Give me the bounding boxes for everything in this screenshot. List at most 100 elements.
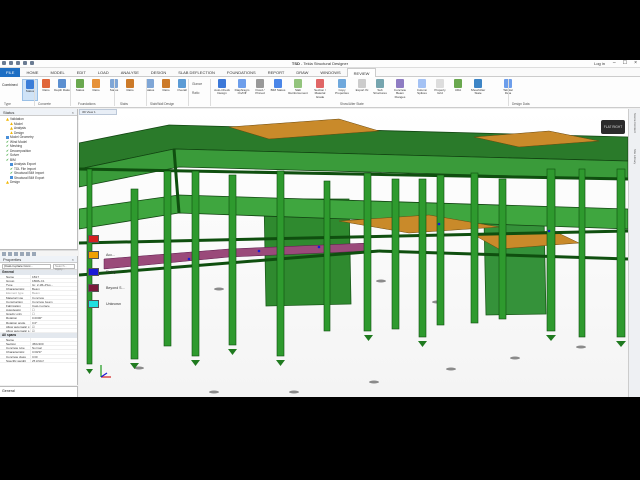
property-value[interactable]: Beam xyxy=(30,287,77,291)
property-value[interactable]: Concrete xyxy=(30,295,77,299)
menu-tab-draw[interactable]: DRAW xyxy=(290,68,314,77)
minimize-icon[interactable]: – xyxy=(613,61,616,66)
ribbon-button-uda[interactable]: UDA xyxy=(450,79,466,101)
property-value[interactable]: Beam xyxy=(30,291,77,295)
login-link[interactable]: Log in xyxy=(594,61,605,66)
menu-tab-windows[interactable]: WINDOWS xyxy=(314,68,346,77)
maximize-icon[interactable]: ☐ xyxy=(623,61,627,66)
property-value[interactable]: Gr. 2-1B+Plus... xyxy=(30,282,77,287)
property-key: Allow automatic c... xyxy=(6,324,30,329)
check-icon: ✔ xyxy=(6,157,10,162)
warning-icon xyxy=(10,126,13,130)
property-key: Gravity only xyxy=(6,312,22,316)
concrete-beam-flanges-icon xyxy=(396,79,404,88)
status-tree[interactable]: Validation Model Analysis Design Model Geome… xyxy=(0,116,77,186)
uda-icon xyxy=(454,79,462,88)
property-grid-icon xyxy=(436,79,444,88)
property-value[interactable]: 0.0000° xyxy=(30,316,77,320)
ribbon-button-status[interactable]: Status xyxy=(22,79,38,101)
menu-tab-home[interactable]: HOME xyxy=(20,68,44,77)
property-key: Specific weight xyxy=(6,358,27,362)
legend-swatch xyxy=(88,268,99,276)
ribbon-button-label: Show/Alter State xyxy=(470,88,486,96)
menu-tab-edit[interactable]: EDIT xyxy=(71,68,92,77)
side-options[interactable]: Glance Ratio xyxy=(192,80,202,98)
menu-tab-slab-deflection[interactable]: SLAB DEFLECTION xyxy=(172,68,221,77)
menu-tab-analyse[interactable]: ANALYSE xyxy=(115,68,145,77)
info-icon xyxy=(10,176,13,180)
property-value[interactable]: ☑ xyxy=(30,324,77,329)
ribbon-button-bim-status[interactable]: BIM Status xyxy=(270,79,286,101)
ribbon-separator xyxy=(508,79,509,106)
property-value[interactable]: 1B08+C1 xyxy=(30,278,77,282)
info-icon xyxy=(6,135,9,139)
menu-tab-review[interactable]: REVIEW xyxy=(346,67,377,77)
ribbon-button-ratio[interactable]: Ratio xyxy=(122,79,138,101)
properties-search-input[interactable]: Search... Apply... xyxy=(53,263,75,270)
close-icon[interactable]: × xyxy=(634,61,637,66)
ribbon-button-column-splices[interactable]: Column Splices xyxy=(414,79,430,101)
ribbon-button-auto-check-design[interactable]: Auto-Check Design xyxy=(214,79,230,101)
ribbon-button-ratio[interactable]: Ratio xyxy=(158,79,174,101)
legend-swatch xyxy=(88,251,99,259)
check-icon: ✔ xyxy=(10,171,14,175)
ribbon-button-export-ifc[interactable]: Export Ifc xyxy=(354,79,370,101)
property-value[interactable]: 0.0° xyxy=(30,320,77,324)
property-value[interactable]: ☐ xyxy=(30,308,77,312)
property-value[interactable]: Concrete beam xyxy=(30,299,77,303)
menu-tab-file[interactable]: FILE xyxy=(0,67,21,77)
property-value[interactable]: ☐ xyxy=(30,312,77,316)
ribbon-button-show-alter-state[interactable]: Show/Alter State xyxy=(470,79,486,101)
property-value[interactable]: 1B17 xyxy=(30,274,77,278)
ribbon-button-ratio[interactable]: Ratio xyxy=(38,79,54,101)
ribbon-button-fixed-pinned[interactable]: Fixed / Pinned xyxy=(252,79,268,101)
property-row[interactable]: Specific weight 25 kN/m³ xyxy=(0,358,77,363)
site-library-tab[interactable]: Site Library xyxy=(633,149,637,164)
property-value[interactable]: Normal xyxy=(30,346,77,350)
property-value[interactable] xyxy=(30,337,77,341)
3d-viewport[interactable]: 3D View 1 FLAT RIGHT Acc... Fixing Beyond … xyxy=(79,109,628,397)
ribbon-button-property-grid[interactable]: Property Grid xyxy=(432,79,448,101)
general-field[interactable]: General xyxy=(0,386,78,397)
ribbon-button-section-material-grade[interactable]: Section / Material Grade xyxy=(312,79,328,101)
menu-tab-foundations[interactable]: FOUNDATIONS xyxy=(221,68,262,77)
view-cube[interactable]: FLAT RIGHT xyxy=(601,120,625,134)
ribbon-button-diaphragm-on-off[interactable]: Diaphragm On/Off xyxy=(234,79,250,101)
status-panel-header: Status × xyxy=(0,109,77,116)
ribbon-button-slab-reinforcement[interactable]: Slab Reinforcement xyxy=(288,79,308,101)
ribbon-button-status[interactable]: Status xyxy=(142,79,158,101)
property-value[interactable]: ☑ xyxy=(30,329,77,333)
status-icon xyxy=(26,80,34,89)
ribbon-button-depth-ratio[interactable]: Depth Ratio xyxy=(54,79,70,101)
sub-structures-icon xyxy=(376,79,384,88)
property-value[interactable]: C30 xyxy=(30,354,77,358)
property-value[interactable]: Cast-in-place xyxy=(30,303,77,308)
ribbon-button-sub-structures[interactable]: Sub Structures xyxy=(372,79,388,101)
menu-tab-model[interactable]: MODEL xyxy=(44,68,70,77)
column-splices-icon xyxy=(418,79,426,88)
ribbon-button-concrete-beam-flanges[interactable]: Concrete Beam Flanges xyxy=(392,79,408,101)
ribbon-button-ratio[interactable]: Ratio xyxy=(88,79,104,101)
ribbon-separator xyxy=(34,79,35,106)
menu-tab-design[interactable]: DESIGN xyxy=(145,68,172,77)
property-value[interactable]: C30/37 xyxy=(30,350,77,354)
close-icon[interactable]: × xyxy=(72,256,74,263)
combined-dropdown[interactable]: Combined xyxy=(2,83,17,87)
scene-content-tab[interactable]: Scene Content xyxy=(633,113,637,133)
property-key: Concrete class xyxy=(6,354,26,358)
properties-filter-select[interactable]: (Cast-in-place Conc... xyxy=(2,263,51,269)
property-value[interactable]: 450x300 xyxy=(30,342,77,346)
menu-tab-load[interactable]: LOAD xyxy=(92,68,115,77)
menu-tab-report[interactable]: REPORT xyxy=(262,68,291,77)
ribbon-button-copy-properties[interactable]: Copy Properties xyxy=(334,79,350,101)
right-side-strip[interactable]: Scene Content Site Library xyxy=(628,109,640,397)
status-icon xyxy=(76,79,84,88)
close-icon[interactable]: × xyxy=(72,109,74,116)
view-tab[interactable]: 3D View 1 xyxy=(79,109,117,115)
ribbon-button-label: Section / Material Grade xyxy=(314,88,326,99)
structural-model[interactable] xyxy=(79,109,628,397)
ribbon-button-status[interactable]: Status xyxy=(72,79,88,101)
status-tree-item[interactable]: Design xyxy=(2,180,75,185)
property-value[interactable]: 25 kN/m³ xyxy=(30,358,77,362)
ribbon-button-label: Sub Structures xyxy=(373,88,387,96)
